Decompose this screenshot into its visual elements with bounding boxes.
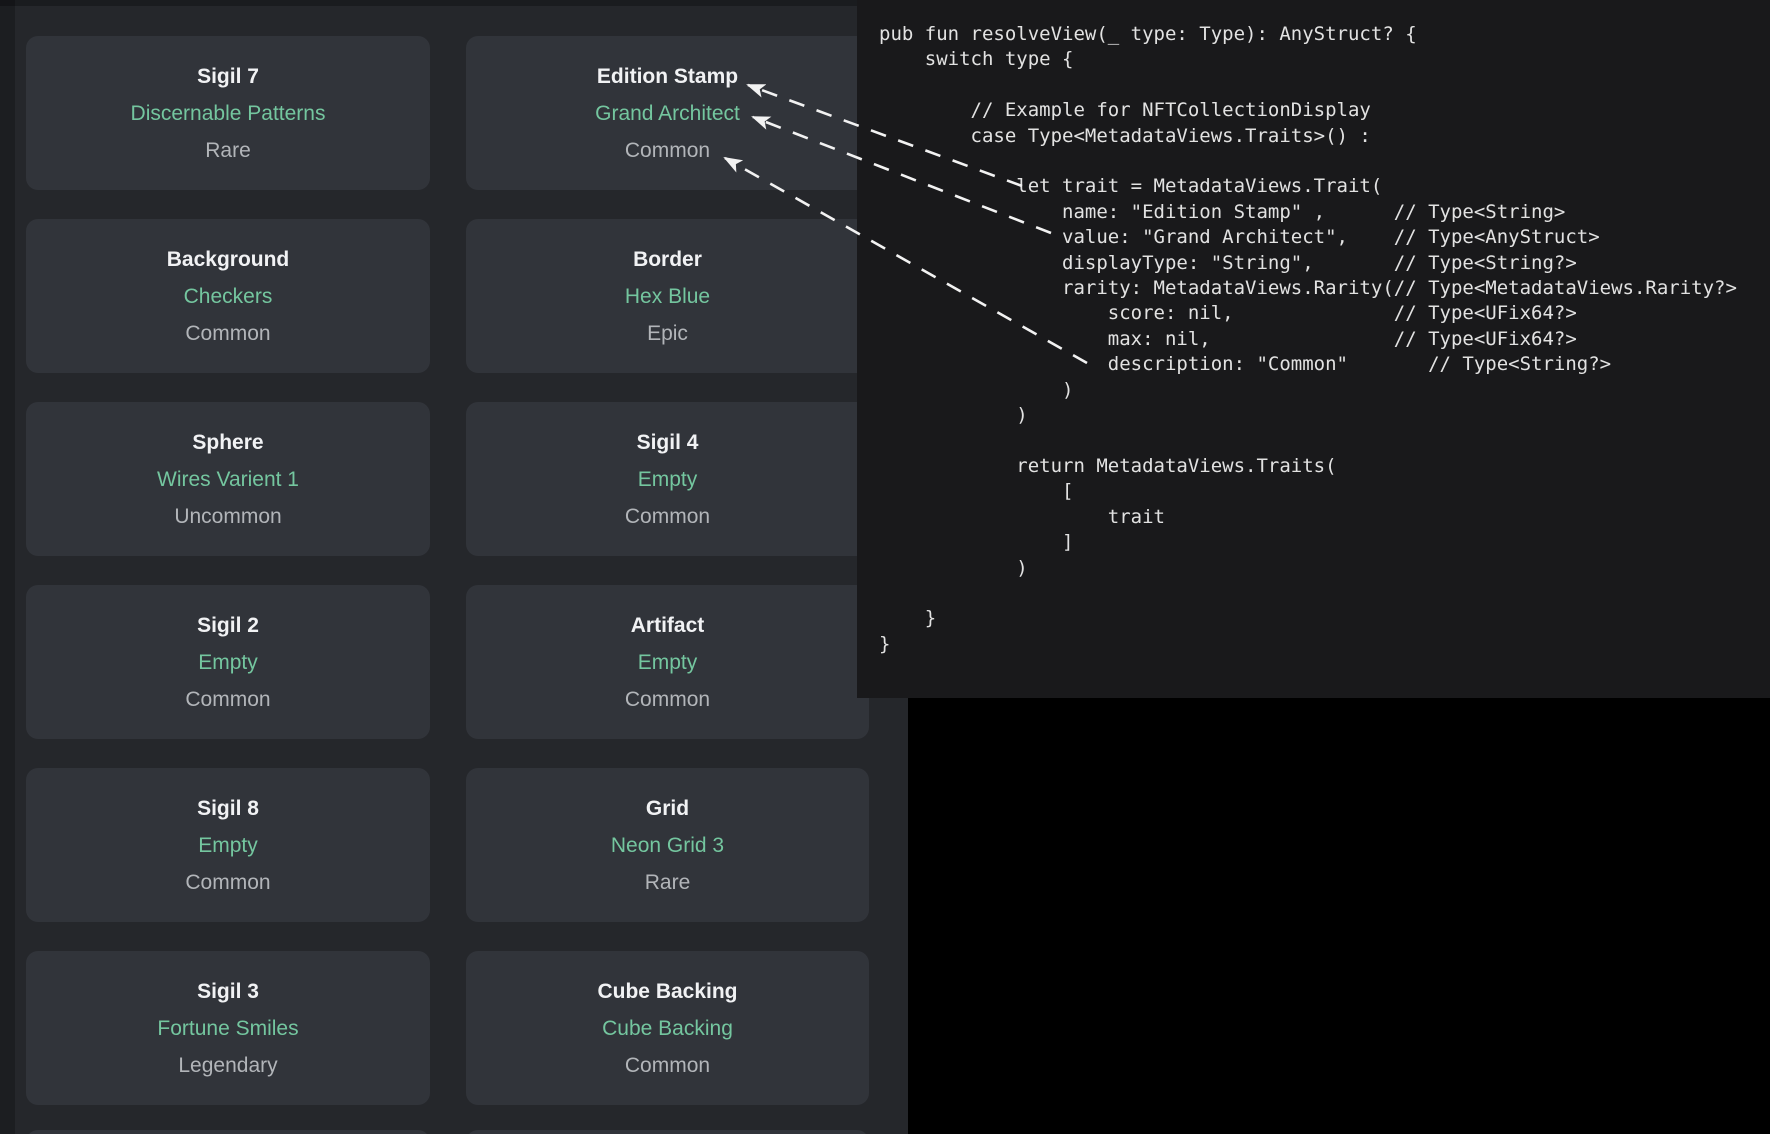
- trait-name: Sigil 2: [197, 607, 259, 644]
- trait-rarity: Common: [185, 864, 270, 901]
- trait-rarity: Common: [625, 681, 710, 718]
- trait-value: Empty: [638, 461, 698, 498]
- code-text: pub fun resolveView(_ type: Type): AnySt…: [857, 0, 1770, 657]
- trait-value: Hex Blue: [625, 278, 710, 315]
- trait-cards-grid: Sigil 7 Discernable Patterns Rare Editio…: [26, 36, 869, 1105]
- left-edge-shade: [0, 0, 15, 1134]
- trait-value: Grand Architect: [595, 95, 740, 132]
- trait-name: Sphere: [192, 424, 263, 461]
- top-edge-shade: [0, 0, 908, 6]
- trait-card-artifact: Artifact Empty Common: [466, 585, 869, 739]
- trait-name: Sigil 4: [637, 424, 699, 461]
- trait-name: Sigil 7: [197, 58, 259, 95]
- trait-rarity: Common: [185, 681, 270, 718]
- trait-card-sigil-4: Sigil 4 Empty Common: [466, 402, 869, 556]
- trait-rarity: Epic: [647, 315, 688, 352]
- trait-card-background: Background Checkers Common: [26, 219, 430, 373]
- trait-card-sigil-8: Sigil 8 Empty Common: [26, 768, 430, 922]
- trait-name: Sigil 8: [197, 790, 259, 827]
- trait-card-grid: Grid Neon Grid 3 Rare: [466, 768, 869, 922]
- trait-name: Artifact: [631, 607, 705, 644]
- trait-value: Empty: [638, 644, 698, 681]
- trait-rarity: Legendary: [178, 1047, 277, 1084]
- trait-value: Checkers: [184, 278, 273, 315]
- trait-name: Grid: [646, 790, 689, 827]
- trait-name: Background: [167, 241, 290, 278]
- trait-rarity: Uncommon: [174, 498, 281, 535]
- trait-card-cube-backing: Cube Backing Cube Backing Common: [466, 951, 869, 1105]
- trait-card-sigil-3: Sigil 3 Fortune Smiles Legendary: [26, 951, 430, 1105]
- partial-trait-card: [466, 1130, 869, 1134]
- trait-rarity: Common: [625, 498, 710, 535]
- trait-value: Fortune Smiles: [157, 1010, 298, 1047]
- trait-value: Empty: [198, 644, 258, 681]
- trait-value: Empty: [198, 827, 258, 864]
- trait-value: Wires Varient 1: [157, 461, 299, 498]
- trait-name: Edition Stamp: [597, 58, 738, 95]
- trait-card-edition-stamp: Edition Stamp Grand Architect Common: [466, 36, 869, 190]
- code-panel: pub fun resolveView(_ type: Type): AnySt…: [857, 0, 1770, 698]
- trait-card-sphere: Sphere Wires Varient 1 Uncommon: [26, 402, 430, 556]
- trait-name: Cube Backing: [597, 973, 737, 1010]
- partial-trait-card: [26, 1130, 430, 1134]
- screenshot-stage: Sigil 7 Discernable Patterns Rare Editio…: [0, 0, 1770, 1134]
- trait-card-sigil-2: Sigil 2 Empty Common: [26, 585, 430, 739]
- traits-region: Sigil 7 Discernable Patterns Rare Editio…: [0, 0, 908, 1134]
- trait-rarity: Rare: [205, 132, 251, 169]
- trait-card-border: Border Hex Blue Epic: [466, 219, 869, 373]
- trait-rarity: Common: [625, 132, 710, 169]
- trait-name: Sigil 3: [197, 973, 259, 1010]
- trait-value: Neon Grid 3: [611, 827, 724, 864]
- trait-rarity: Common: [625, 1047, 710, 1084]
- trait-name: Border: [633, 241, 702, 278]
- trait-card-sigil-7: Sigil 7 Discernable Patterns Rare: [26, 36, 430, 190]
- trait-rarity: Common: [185, 315, 270, 352]
- trait-rarity: Rare: [645, 864, 691, 901]
- trait-value: Cube Backing: [602, 1010, 733, 1047]
- trait-value: Discernable Patterns: [131, 95, 326, 132]
